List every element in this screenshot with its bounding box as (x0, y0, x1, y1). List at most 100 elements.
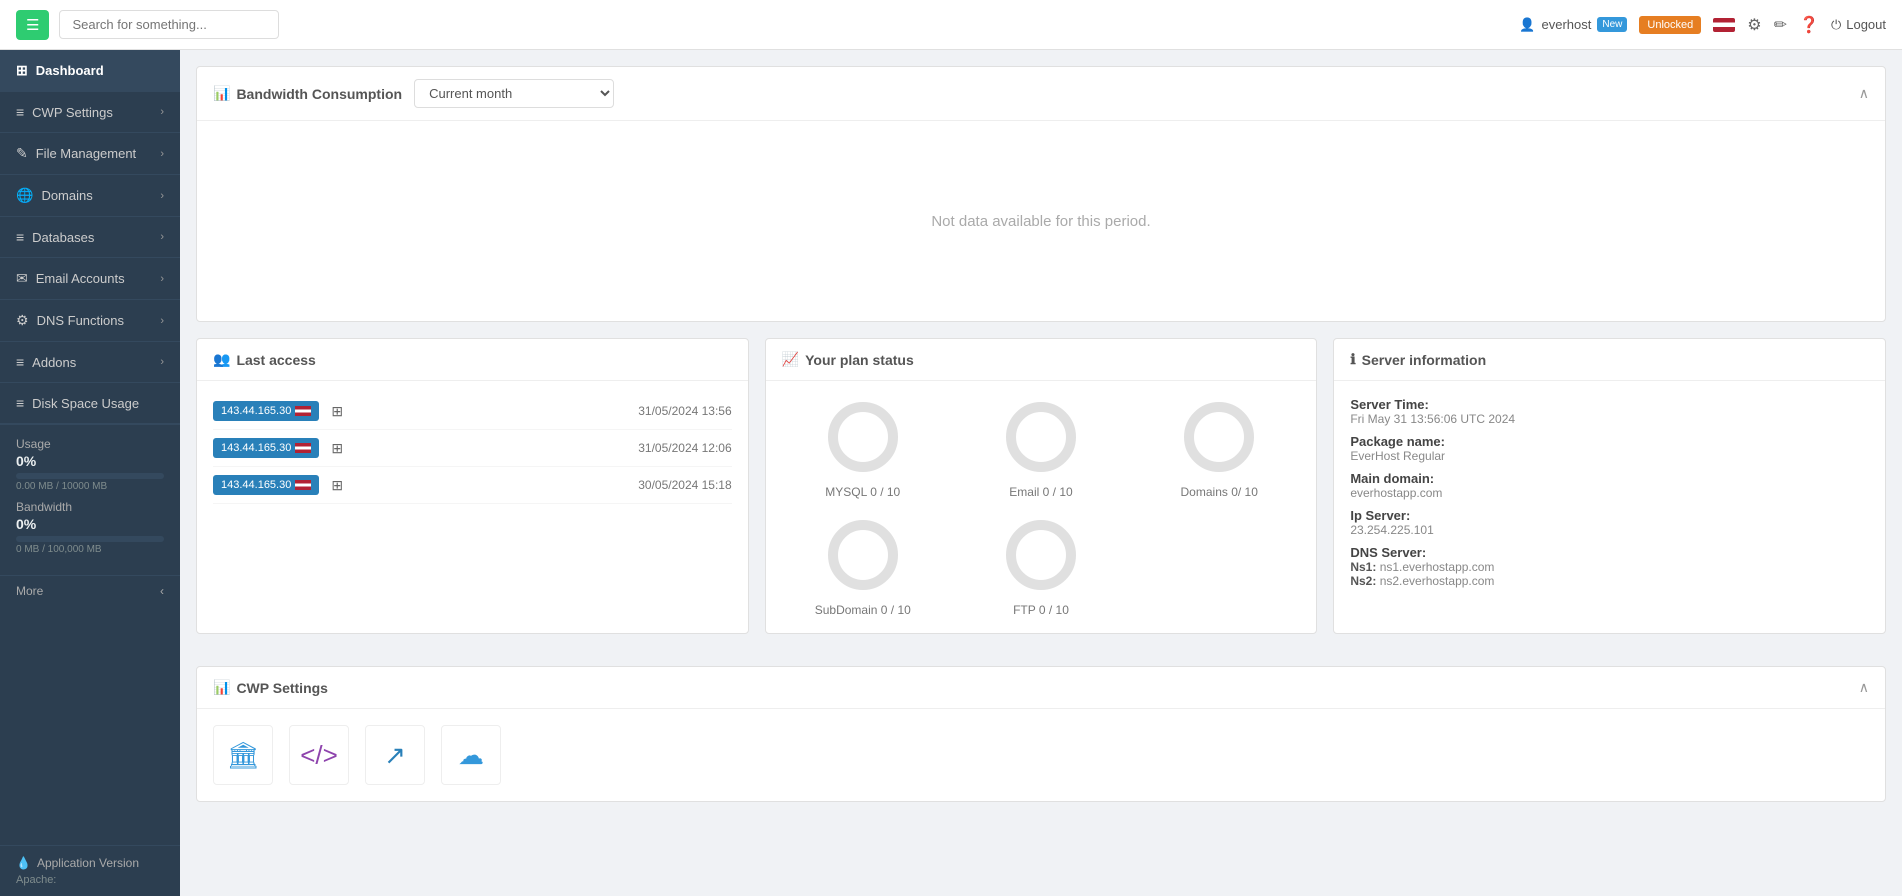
server-info-header: ℹ Server information (1334, 339, 1885, 381)
donut-mysql: MYSQL 0 / 10 (782, 397, 944, 499)
main-content: 📊 Bandwidth Consumption Current month La… (180, 50, 1902, 896)
topnav: ☰ 👤 everhost New Unlocked ⚙ ✏ ❓ ⏻ Logout (0, 0, 1902, 50)
usage-section: Usage 0% 0.00 MB / 10000 MB Bandwidth 0%… (0, 424, 180, 575)
sidebar-item-dns-functions[interactable]: ⚙ DNS Functions › (0, 300, 180, 342)
ip-server-key: Ip Server: (1350, 508, 1869, 523)
us-flag-icon (295, 406, 311, 416)
collapse-cwp-button[interactable]: ∧ (1859, 679, 1869, 696)
bandwidth-detail: 0 MB / 100,000 MB (16, 544, 164, 555)
email-accounts-icon: ✉ (16, 270, 28, 287)
sidebar-item-label: CWP Settings (32, 105, 113, 120)
ip-address: 143.44.165.30 (221, 442, 291, 454)
edit-icon[interactable]: ✏ (1774, 15, 1787, 35)
user-icon: 👤 (1519, 17, 1535, 33)
sidebar-item-label: Dashboard (36, 63, 104, 78)
access-time: 31/05/2024 13:56 (638, 404, 731, 418)
code-icon: </> (300, 740, 338, 771)
sidebar-item-dashboard[interactable]: ⊞ Dashboard (0, 50, 180, 92)
logout-button[interactable]: ⏻ Logout (1831, 17, 1886, 33)
app-version-section: 💧 Application Version Apache: (0, 845, 180, 896)
plan-status-card: 📈 Your plan status MYSQL 0 / 10 (765, 338, 1318, 634)
donut-chart-mysql (823, 397, 903, 477)
plan-status-content: MYSQL 0 / 10 Email 0 / 10 (766, 381, 1317, 633)
bandwidth-progress-bg (16, 536, 164, 542)
cloud-icon: ☁ (458, 740, 484, 771)
bandwidth-title: 📊 Bandwidth Consumption (213, 85, 402, 102)
help-icon[interactable]: ❓ (1799, 15, 1819, 35)
server-time-val: Fri May 31 13:56:06 UTC 2024 (1350, 412, 1869, 426)
language-flag[interactable] (1713, 18, 1735, 32)
collapse-bandwidth-button[interactable]: ∧ (1859, 85, 1869, 102)
package-name-key: Package name: (1350, 434, 1869, 449)
user-info: 👤 everhost New (1519, 17, 1627, 33)
cwp-settings-header: 📊 CWP Settings ∧ (197, 667, 1885, 709)
sidebar-item-label: Email Accounts (36, 271, 125, 286)
bandwidth-card-header: 📊 Bandwidth Consumption Current month La… (197, 67, 1885, 121)
chevron-left-icon: ‹ (160, 584, 164, 598)
donut-subdomain: SubDomain 0 / 10 (782, 515, 944, 617)
three-col-row: 👥 Last access 143.44.165.30 ⊞ 31/05/2024… (196, 338, 1886, 650)
more-label: More (16, 584, 43, 598)
building-icon: 🏛 (226, 740, 259, 771)
ip-badge: 143.44.165.30 (213, 475, 319, 495)
sidebar-item-cwp-settings[interactable]: ≡ CWP Settings › (0, 92, 180, 133)
app-version-label: Application Version (37, 856, 139, 870)
chart-icon-2: 📊 (213, 679, 230, 696)
settings-icon[interactable]: ⚙ (1747, 15, 1761, 35)
bandwidth-card: 📊 Bandwidth Consumption Current month La… (196, 66, 1886, 322)
bandwidth-empty-message: Not data available for this period. (197, 121, 1885, 321)
topnav-left: ☰ (16, 10, 279, 40)
cwp-settings-title: 📊 CWP Settings (213, 679, 328, 696)
donut-chart-ftp (1001, 515, 1081, 595)
arrow-icon: ↗ (384, 740, 406, 771)
more-button[interactable]: More ‹ (0, 575, 180, 606)
donut-chart-domains (1179, 397, 1259, 477)
app-version-title: 💧 Application Version (16, 856, 164, 870)
power-icon: ⏻ (1831, 17, 1841, 33)
dns-server-key: DNS Server: (1350, 545, 1869, 560)
sidebar-item-label: Databases (32, 230, 94, 245)
topnav-right: 👤 everhost New Unlocked ⚙ ✏ ❓ ⏻ Logout (1519, 15, 1886, 35)
sidebar-item-label: Domains (41, 188, 92, 203)
sidebar-item-databases[interactable]: ≡ Databases › (0, 217, 180, 258)
sidebar-item-file-management[interactable]: ✎ File Management › (0, 133, 180, 175)
sidebar-item-addons[interactable]: ≡ Addons › (0, 342, 180, 383)
server-time-row: Server Time: Fri May 31 13:56:06 UTC 202… (1350, 397, 1869, 426)
layout: ⊞ Dashboard ≡ CWP Settings › ✎ File Mana… (0, 50, 1902, 896)
ns2-val: ns2.everhostapp.com (1380, 574, 1495, 588)
server-info-title-label: Server information (1362, 352, 1486, 368)
empty-text: Not data available for this period. (931, 213, 1150, 230)
search-input[interactable] (59, 10, 279, 39)
cwp-settings-card: 📊 CWP Settings ∧ 🏛 </> ↗ ☁ (196, 666, 1886, 802)
ns2-label: Ns2: (1350, 574, 1376, 588)
sidebar-item-label: File Management (36, 146, 136, 161)
period-select[interactable]: Current month Last month Last 3 months L… (414, 79, 614, 108)
sidebar-item-email-accounts[interactable]: ✉ Email Accounts › (0, 258, 180, 300)
apache-label: Apache: (16, 874, 164, 886)
bandwidth-label: Bandwidth (16, 500, 164, 514)
ip-badge: 143.44.165.30 (213, 438, 319, 458)
new-badge: New (1597, 17, 1627, 32)
sidebar-item-label: Addons (32, 355, 76, 370)
sidebar-item-domains[interactable]: 🌐 Domains › (0, 175, 180, 217)
menu-button[interactable]: ☰ (16, 10, 49, 40)
ip-server-row: Ip Server: 23.254.225.101 (1350, 508, 1869, 537)
file-management-icon: ✎ (16, 145, 28, 162)
sidebar-item-label: DNS Functions (37, 313, 124, 328)
donut-chart-email (1001, 397, 1081, 477)
sidebar-item-disk-space-usage[interactable]: ≡ Disk Space Usage (0, 383, 180, 424)
ip-address: 143.44.165.30 (221, 479, 291, 491)
donut-label-subdomain: SubDomain 0 / 10 (815, 603, 911, 617)
donut-grid: MYSQL 0 / 10 Email 0 / 10 (782, 397, 1301, 617)
ns2-row: Ns2: ns2.everhostapp.com (1350, 574, 1869, 588)
package-name-row: Package name: EverHost Regular (1350, 434, 1869, 463)
chevron-right-icon: › (160, 273, 164, 285)
table-row: 143.44.165.30 ⊞ 31/05/2024 12:06 (213, 430, 732, 467)
windows-icon: ⊞ (331, 403, 343, 420)
donut-domains: Domains 0/ 10 (1138, 397, 1300, 499)
donut-label-email: Email 0 / 10 (1009, 485, 1072, 499)
usage-pct: 0% (16, 453, 164, 469)
sidebar-item-label: Disk Space Usage (32, 396, 139, 411)
server-info-title: ℹ Server information (1350, 351, 1486, 368)
cwp-settings-title-label: CWP Settings (236, 680, 328, 696)
